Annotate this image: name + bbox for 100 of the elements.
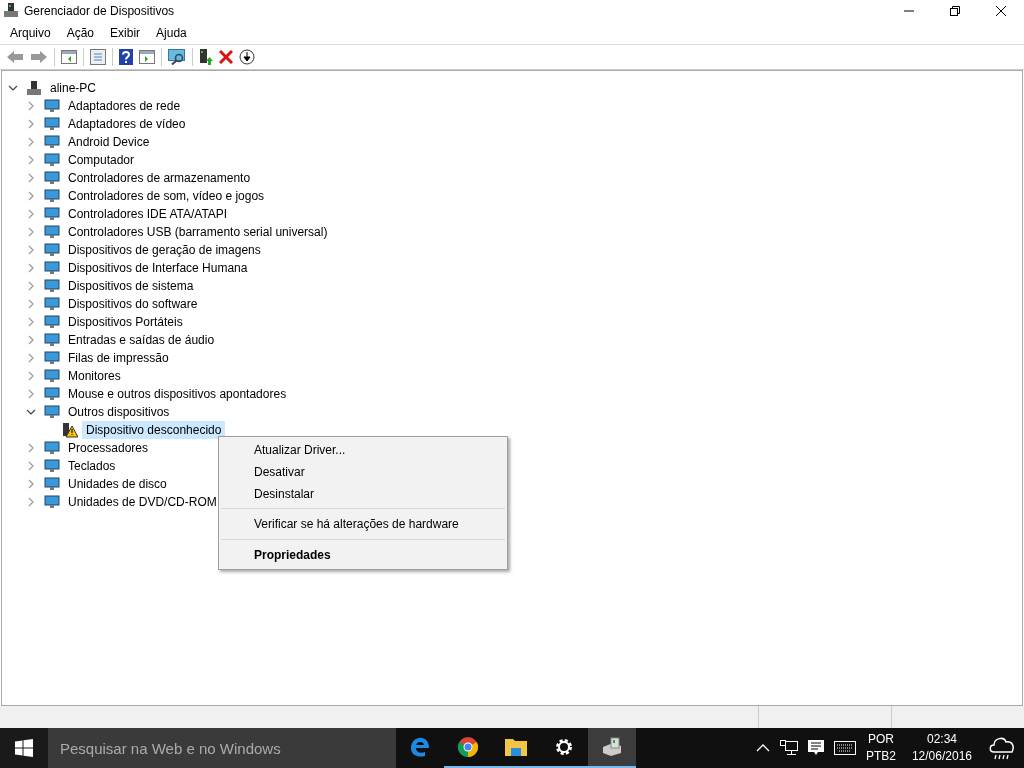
tree-item[interactable]: Monitores bbox=[64, 367, 125, 385]
restore-icon bbox=[950, 6, 960, 16]
start-button[interactable] bbox=[0, 728, 48, 768]
tree-item[interactable]: Mouse e outros dispositivos apontadores bbox=[64, 385, 291, 403]
expand-chevron-icon[interactable] bbox=[26, 317, 36, 327]
update-driver-icon[interactable] bbox=[199, 49, 213, 65]
device-icon bbox=[44, 188, 60, 204]
browser-e-icon bbox=[409, 736, 431, 758]
tree-item[interactable]: Outros dispositivos bbox=[64, 403, 174, 421]
expand-chevron-icon[interactable] bbox=[26, 479, 36, 489]
chrome-icon bbox=[457, 736, 479, 758]
tree-item[interactable]: Dispositivos Portáteis bbox=[64, 313, 187, 331]
scan-hardware-icon[interactable] bbox=[168, 49, 186, 65]
menu-item[interactable]: Ajuda bbox=[148, 23, 195, 43]
tree-item[interactable]: Dispositivos de Interface Humana bbox=[64, 259, 252, 277]
tree-item[interactable]: Controladores de som, vídeo e jogos bbox=[64, 187, 269, 205]
tree-item[interactable]: Dispositivos de geração de imagens bbox=[64, 241, 265, 259]
expand-chevron-icon[interactable] bbox=[26, 353, 36, 363]
language-indicator[interactable]: POR PTB2 bbox=[865, 731, 896, 765]
context-menu-item[interactable]: Atualizar Driver... bbox=[221, 439, 505, 461]
device-icon bbox=[44, 242, 60, 258]
menu-item[interactable]: Ação bbox=[58, 23, 103, 43]
tree-item[interactable]: Unidades de DVD/CD-ROM bbox=[64, 493, 221, 511]
tree-item[interactable]: Controladores de armazenamento bbox=[64, 169, 255, 187]
back-arrow-icon[interactable] bbox=[6, 50, 24, 64]
window-title: Gerenciador de Dispositivos bbox=[24, 4, 176, 18]
tree-item[interactable]: Controladores IDE ATA/ATAPI bbox=[64, 205, 232, 223]
expand-chevron-icon[interactable] bbox=[26, 497, 36, 507]
device-icon bbox=[44, 278, 60, 294]
help-icon[interactable] bbox=[119, 49, 133, 65]
tree-item[interactable]: Entradas e saídas de áudio bbox=[64, 331, 219, 349]
tree-item[interactable]: Dispositivos do software bbox=[64, 295, 202, 313]
expand-chevron-icon[interactable] bbox=[26, 245, 36, 255]
tree-item[interactable]: aline-PC bbox=[46, 79, 101, 97]
tree-item[interactable]: Unidades de disco bbox=[64, 475, 171, 493]
device-icon bbox=[44, 152, 60, 168]
tree-item[interactable]: Filas de impressão bbox=[64, 349, 173, 367]
properties-icon[interactable] bbox=[90, 49, 106, 65]
expand-chevron-icon[interactable] bbox=[26, 119, 36, 129]
expand-chevron-icon[interactable] bbox=[26, 101, 36, 111]
device-icon bbox=[44, 332, 60, 348]
context-menu-item[interactable]: Verificar se há alterações de hardware bbox=[221, 508, 505, 536]
context-menu-item[interactable]: Propriedades bbox=[221, 539, 505, 567]
device-icon bbox=[44, 368, 60, 384]
tree-item[interactable]: Controladores USB (barramento serial universal) bbox=[64, 223, 332, 241]
expand-chevron-icon[interactable] bbox=[26, 443, 36, 453]
tree-item[interactable]: Teclados bbox=[64, 457, 120, 475]
close-icon bbox=[996, 6, 1006, 16]
device-icon bbox=[44, 170, 60, 186]
menu-item[interactable]: Arquivo bbox=[2, 23, 59, 43]
expand-chevron-icon[interactable] bbox=[26, 137, 36, 147]
forward-arrow-icon[interactable] bbox=[30, 50, 48, 64]
device-icon bbox=[44, 260, 60, 276]
clock[interactable]: 02:34 12/06/2016 bbox=[905, 731, 978, 765]
context-menu-item[interactable]: Desativar bbox=[221, 461, 505, 483]
menu-item[interactable]: Exibir bbox=[102, 23, 149, 43]
expand-chevron-icon[interactable] bbox=[26, 371, 36, 381]
tree-item[interactable]: Computador bbox=[64, 151, 139, 169]
collapse-chevron-icon[interactable] bbox=[26, 407, 36, 417]
chevron-up-icon[interactable] bbox=[755, 743, 770, 753]
device-icon bbox=[44, 494, 60, 510]
device-icon bbox=[44, 314, 60, 330]
network-icon[interactable] bbox=[779, 740, 798, 756]
tree-item[interactable]: Adaptadores de rede bbox=[64, 97, 185, 115]
expand-chevron-icon[interactable] bbox=[26, 173, 36, 183]
device-icon bbox=[44, 116, 60, 132]
expand-chevron-icon[interactable] bbox=[26, 155, 36, 165]
expand-chevron-icon[interactable] bbox=[26, 263, 36, 273]
notifications-icon[interactable] bbox=[807, 740, 824, 756]
device-icon bbox=[44, 476, 60, 492]
expand-chevron-icon[interactable] bbox=[26, 389, 36, 399]
device-icon bbox=[44, 296, 60, 312]
computer-tower-icon bbox=[26, 80, 42, 96]
expand-chevron-icon[interactable] bbox=[26, 227, 36, 237]
expand-chevron-icon[interactable] bbox=[26, 335, 36, 345]
device-icon bbox=[44, 224, 60, 240]
expand-chevron-icon[interactable] bbox=[26, 299, 36, 309]
keyboard-icon[interactable] bbox=[833, 741, 856, 755]
expand-chevron-icon[interactable] bbox=[26, 461, 36, 471]
expand-chevron-icon[interactable] bbox=[26, 191, 36, 201]
device-icon bbox=[44, 98, 60, 114]
taskbar-app-button[interactable] bbox=[588, 728, 636, 768]
collapse-chevron-icon[interactable] bbox=[8, 83, 18, 93]
tree-item[interactable]: Android Device bbox=[64, 133, 154, 151]
tree-item[interactable]: Adaptadores de vídeo bbox=[64, 115, 190, 133]
search-field[interactable]: Pesquisar na Web e no Windows bbox=[48, 728, 396, 768]
tree-item[interactable]: Processadores bbox=[64, 439, 153, 457]
device-icon bbox=[44, 134, 60, 150]
device-icon bbox=[44, 350, 60, 366]
device-icon bbox=[44, 404, 60, 420]
context-menu-item[interactable]: Desinstalar bbox=[221, 483, 505, 505]
tree-item[interactable]: Dispositivo desconhecido bbox=[82, 421, 226, 439]
tree-item[interactable]: Dispositivos de sistema bbox=[64, 277, 198, 295]
device-icon bbox=[44, 440, 60, 456]
weather-cloud-icon[interactable] bbox=[988, 735, 1016, 761]
expand-chevron-icon[interactable] bbox=[26, 209, 36, 219]
uninstall-icon[interactable] bbox=[219, 50, 233, 64]
folder-icon bbox=[505, 737, 527, 757]
device-icon bbox=[44, 386, 60, 402]
expand-chevron-icon[interactable] bbox=[26, 281, 36, 291]
